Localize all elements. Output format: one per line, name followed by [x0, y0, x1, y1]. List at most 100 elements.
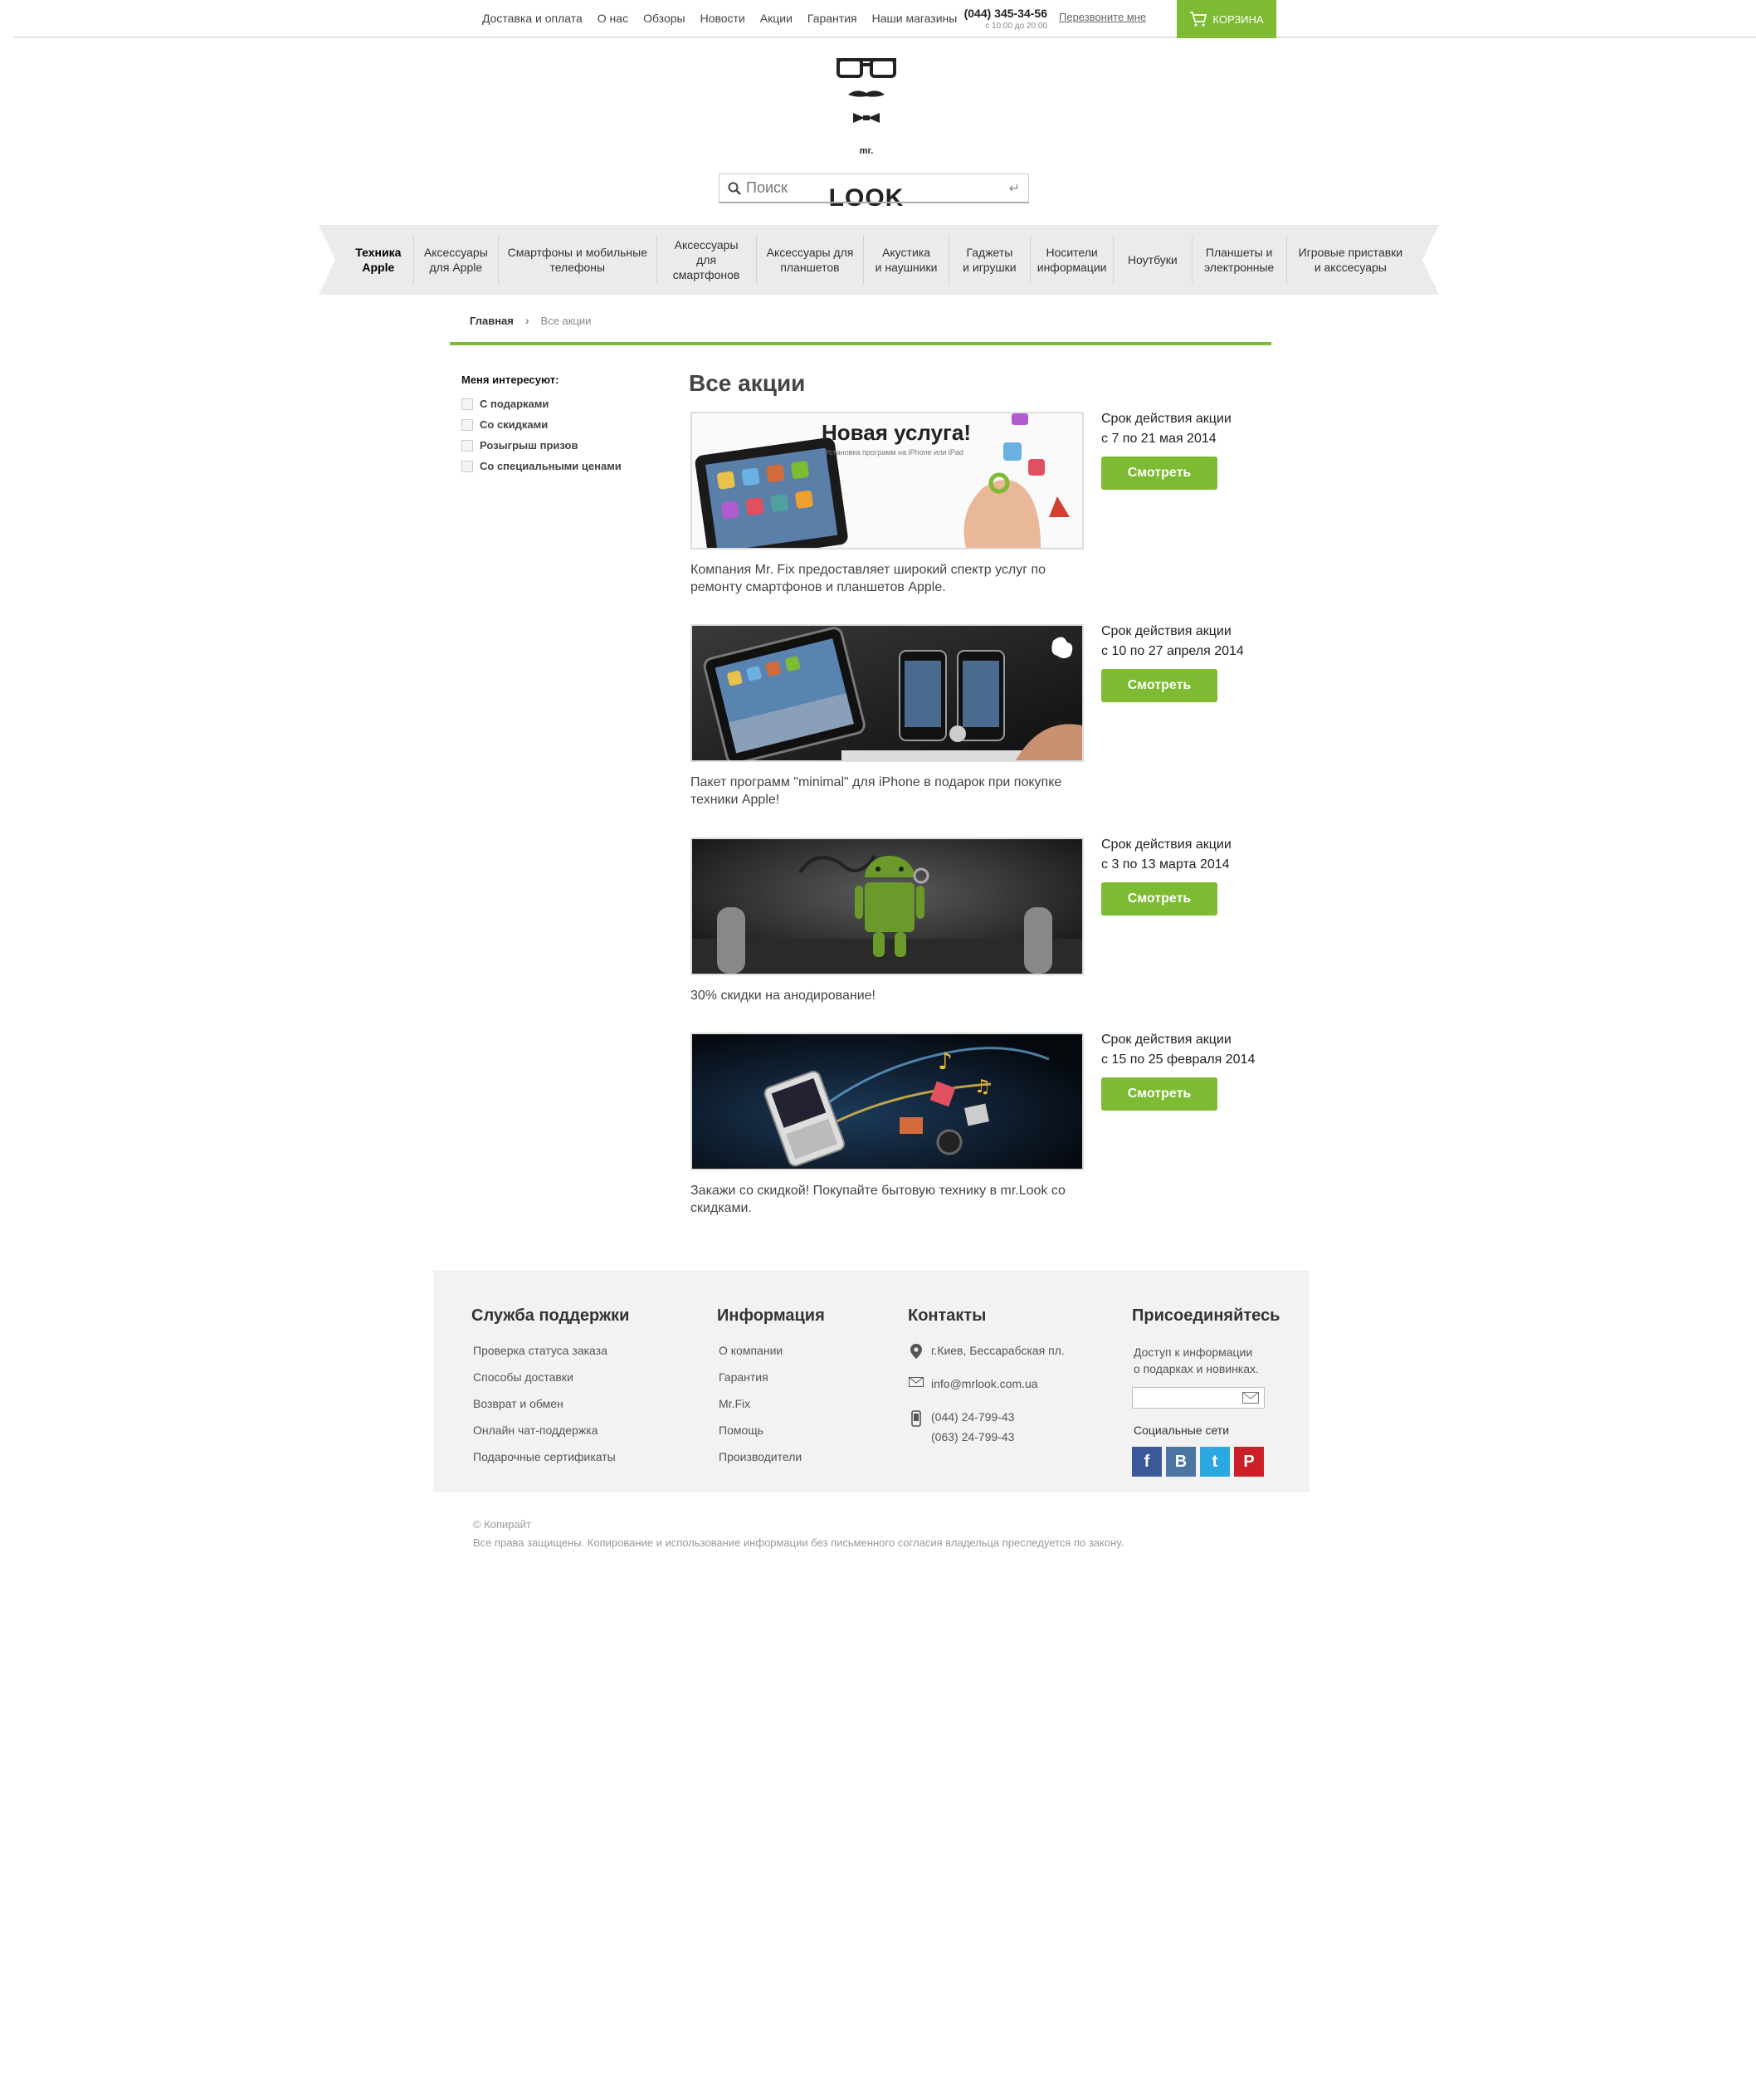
category-tablets[interactable]: Планшеты и электронные — [1193, 235, 1287, 285]
filter-gifts[interactable]: С подарками — [461, 398, 661, 410]
promo-period: с 15 по 25 февраля 2014 — [1101, 1052, 1256, 1067]
category-consoles[interactable]: Игровые приставки и акссесуары — [1287, 235, 1414, 285]
footer-info: Информация О компании Гарантия Mr.Fix По… — [717, 1306, 825, 1477]
footer-link-order-status[interactable]: Проверка статуса заказа — [473, 1344, 629, 1357]
twitter-icon[interactable]: t — [1200, 1447, 1230, 1477]
category-apple-tech[interactable]: Техника Apple — [344, 235, 414, 285]
category-apple-accessories[interactable]: Аксессуары для Apple — [414, 235, 499, 285]
top-link-stores[interactable]: Наши магазины — [872, 12, 958, 25]
promo-banner-title: Новая услуга! — [822, 420, 971, 445]
category-laptops[interactable]: Ноутбуки — [1114, 235, 1193, 285]
category-smartphone-accessories[interactable]: Аксессуары для смартфонов — [657, 235, 757, 285]
footer-link-company[interactable]: О компании — [719, 1344, 825, 1357]
envelope-icon[interactable] — [1242, 1392, 1259, 1404]
footer: Служба поддержки Проверка статуса заказа… — [433, 1270, 1310, 1492]
phone-block: (044) 345-34-56 с 10:00 до 20:00 — [963, 7, 1047, 31]
category-storage[interactable]: Носители информации — [1031, 235, 1115, 285]
filter-label: С подарками — [480, 398, 549, 410]
category-nav: Техника Apple Аксессуары для Apple Смартфо… — [319, 225, 1439, 295]
breadcrumb-current: Все акции — [540, 314, 592, 327]
footer-link-gift-cards[interactable]: Подарочные сертификаты — [473, 1450, 629, 1463]
promo-period-label: Срок действия акции — [1101, 838, 1232, 852]
search-icon — [728, 182, 741, 195]
top-link-warranty[interactable]: Гарантия — [807, 12, 857, 25]
promo-banner[interactable]: ♪ ♫ — [690, 1033, 1084, 1170]
category-audio[interactable]: Акустика и наушники — [864, 235, 949, 285]
filter-label: Со скидками — [480, 418, 549, 431]
cart-button[interactable]: КОРЗИНА — [1177, 0, 1276, 38]
search-input[interactable] — [746, 179, 1009, 197]
enter-icon[interactable]: ↵ — [1009, 180, 1020, 197]
contact-email: info@mrlook.com.ua — [908, 1377, 1065, 1397]
footer-link-mrfix[interactable]: Mr.Fix — [719, 1397, 825, 1410]
glasses-mustache-logo-icon — [837, 58, 896, 123]
footer-info-title: Информация — [717, 1306, 825, 1325]
envelope-icon — [909, 1377, 924, 1387]
phone-number: (044) 345-34-56 — [963, 7, 1047, 20]
view-button[interactable]: Смотреть — [1101, 882, 1217, 916]
footer-support: Служба поддержки Проверка статуса заказа… — [471, 1306, 629, 1477]
filter-special-prices[interactable]: Со специальными ценами — [461, 460, 661, 472]
top-link-news[interactable]: Новости — [700, 12, 745, 25]
phone-2: (063) 24-799-43 — [931, 1430, 1015, 1443]
working-hours: с 10:00 до 20:00 — [985, 22, 1047, 31]
footer-contacts-title: Контакты — [908, 1306, 987, 1325]
contact-phones: (044) 24-799-43 (063) 24-799-43 — [908, 1410, 1065, 1450]
address-text: г.Киев, Бессарабская пл. — [931, 1344, 1065, 1357]
promo-banner-subtitle: Установка программ на iPhone или iPad — [825, 448, 963, 457]
checkbox[interactable] — [461, 439, 473, 452]
promo-banner-image — [692, 839, 1082, 974]
promo-banner[interactable]: Новая услуга! Установка программ на iPho… — [690, 412, 1084, 549]
email-link[interactable]: info@mrlook.com.ua — [931, 1377, 1038, 1390]
promo-period: с 3 по 13 марта 2014 — [1101, 857, 1230, 872]
vkontakte-icon[interactable]: B — [1166, 1447, 1196, 1477]
top-link-about[interactable]: О нас — [598, 12, 628, 25]
footer-link-delivery[interactable]: Способы доставки — [473, 1370, 629, 1384]
promo-banner[interactable] — [690, 838, 1084, 975]
mobile-phone-icon — [911, 1410, 921, 1427]
footer-link-help[interactable]: Помощь — [719, 1424, 825, 1437]
promo-description: Пакет программ "minimal" для iPhone в по… — [690, 775, 1062, 807]
footer-link-warranty[interactable]: Гарантия — [719, 1370, 825, 1384]
promo-description: 30% скидки на анодирование! — [690, 989, 876, 1003]
facebook-icon[interactable]: f — [1132, 1447, 1162, 1477]
subscribe-email-input[interactable] — [1132, 1387, 1265, 1409]
view-button[interactable]: Смотреть — [1101, 457, 1217, 490]
breadcrumb-home[interactable]: Главная — [470, 315, 514, 327]
view-button[interactable]: Смотреть — [1101, 669, 1217, 702]
phone-1: (044) 24-799-43 — [931, 1410, 1015, 1424]
filter-title: Меня интересуют: — [461, 374, 559, 386]
top-link-reviews[interactable]: Обзоры — [643, 12, 685, 25]
footer-link-returns[interactable]: Возврат и обмен — [473, 1397, 629, 1410]
pinterest-icon[interactable]: P — [1234, 1447, 1264, 1477]
filter-discounts[interactable]: Со скидками — [461, 418, 661, 431]
site-logo[interactable]: mr. LOOK — [825, 53, 908, 212]
top-link-delivery[interactable]: Доставка и оплата — [482, 12, 583, 25]
filter-prize-draw[interactable]: Розыгрыш призов — [461, 439, 661, 452]
copyright-line1: © Копирайт — [473, 1518, 531, 1531]
logo-mr: mr. — [859, 146, 874, 156]
breadcrumb-separator: › — [524, 314, 529, 327]
footer-join: Присоединяйтесь Доступ к информации о по… — [1132, 1306, 1280, 1477]
promo-banner[interactable] — [690, 624, 1084, 762]
category-gadgets[interactable]: Гаджеты и игрушки — [949, 235, 1032, 285]
breadcrumb: Главная › Все акции — [470, 314, 591, 327]
promo-period-label: Срок действия акции — [1101, 1033, 1232, 1047]
footer-link-chat[interactable]: Онлайн чат-поддержка — [473, 1424, 629, 1437]
filter-label: Со специальными ценами — [480, 460, 622, 472]
copyright-line2: Все права защищены. Копирование и исполь… — [473, 1536, 1124, 1549]
footer-link-manufacturers[interactable]: Производители — [719, 1450, 825, 1463]
footer-support-title: Служба поддержки — [471, 1306, 630, 1325]
callback-link[interactable]: Перезвоните мне — [1059, 11, 1146, 23]
checkbox[interactable] — [461, 460, 473, 472]
checkbox[interactable] — [461, 418, 473, 431]
checkbox[interactable] — [461, 398, 473, 410]
category-smartphones[interactable]: Смартфоны и мобильные телефоны — [499, 235, 657, 285]
top-link-promos[interactable]: Акции — [760, 12, 793, 25]
top-nav: Доставка и оплата О нас Обзоры Новости А… — [482, 0, 972, 37]
category-tablet-accessories[interactable]: Аксессуары для планшетов — [757, 235, 865, 285]
promo-banner-image — [692, 626, 1082, 760]
page-title: Все акции — [689, 370, 806, 396]
social-label: Социальные сети — [1134, 1424, 1230, 1437]
view-button[interactable]: Смотреть — [1101, 1077, 1217, 1111]
